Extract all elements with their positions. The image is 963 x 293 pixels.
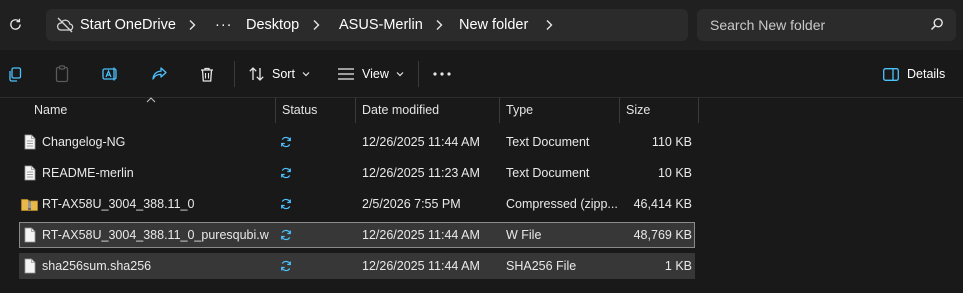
view-list-icon	[338, 68, 354, 80]
sync-status-icon	[280, 260, 292, 275]
chevron-down-icon	[396, 72, 404, 77]
sort-ascending-icon	[146, 97, 156, 103]
text-file-icon	[24, 165, 36, 184]
file-size: 110 KB	[651, 135, 692, 149]
address-bar[interactable]: Start OneDrive ··· Desktop ASUS-Merlin N…	[46, 9, 688, 41]
column-divider[interactable]	[619, 97, 620, 123]
breadcrumb-asus-merlin[interactable]: ASUS-Merlin	[339, 9, 423, 41]
file-row-selected[interactable]: sha256sum.sha256 12/26/2025 11:44 AM SHA…	[19, 253, 695, 279]
toolbar-divider	[418, 61, 419, 87]
chevron-down-icon	[302, 72, 310, 77]
refresh-button[interactable]	[4, 13, 26, 35]
column-divider[interactable]	[275, 97, 276, 123]
column-header-type[interactable]: Type	[506, 97, 533, 123]
file-row-selected[interactable]: RT-AX58U_3004_388.11_0_puresqubi.w 12/26…	[19, 222, 695, 248]
chevron-right-icon[interactable]	[435, 9, 443, 41]
file-type: SHA256 File	[506, 259, 577, 273]
more-locations-button[interactable]: ···	[215, 9, 233, 41]
file-name: sha256sum.sha256	[42, 259, 152, 273]
paste-button[interactable]	[51, 62, 73, 86]
rename-icon	[102, 67, 117, 81]
file-date-modified: 12/26/2025 11:23 AM	[362, 166, 480, 180]
file-size: 48,769 KB	[633, 228, 692, 242]
file-type: Compressed (zipp...	[506, 197, 618, 211]
file-type: Text Document	[506, 135, 590, 149]
copy-icon	[9, 67, 22, 82]
chevron-right-icon[interactable]	[312, 9, 320, 41]
column-header-date-modified[interactable]: Date modified	[362, 97, 439, 123]
file-size: 1 KB	[664, 259, 692, 273]
sync-status-icon	[280, 229, 292, 244]
file-type: Text Document	[506, 166, 590, 180]
file-icon	[24, 227, 36, 246]
file-icon	[24, 258, 36, 277]
details-pane-icon	[883, 67, 899, 81]
breadcrumb-desktop[interactable]: Desktop	[246, 9, 299, 41]
file-name: RT-AX58U_3004_388.11_0	[42, 197, 195, 211]
search-box[interactable]: Search New folder	[697, 9, 956, 41]
file-date-modified: 12/26/2025 11:44 AM	[362, 259, 480, 273]
file-type: W File	[506, 228, 542, 242]
share-button[interactable]	[148, 62, 170, 86]
see-more-button[interactable]	[430, 62, 454, 86]
file-row[interactable]: RT-AX58U_3004_388.11_0 2/5/2026 7:55 PM …	[19, 191, 695, 217]
breadcrumb-new-folder[interactable]: New folder	[459, 9, 528, 41]
search-icon	[930, 17, 946, 33]
column-divider[interactable]	[499, 97, 500, 123]
file-row[interactable]: Changelog-NG 12/26/2025 11:44 AM Text Do…	[19, 129, 695, 155]
share-icon	[151, 67, 167, 80]
details-label: Details	[907, 67, 946, 81]
file-date-modified: 12/26/2025 11:44 AM	[362, 228, 480, 242]
search-input[interactable]: Search New folder	[710, 9, 825, 41]
file-date-modified: 12/26/2025 11:44 AM	[362, 135, 480, 149]
file-size: 10 KB	[657, 166, 692, 180]
cloud-off-icon	[56, 16, 74, 34]
zip-folder-icon	[21, 197, 38, 214]
delete-button[interactable]	[196, 62, 218, 86]
address-row: Start OneDrive ··· Desktop ASUS-Merlin N…	[0, 0, 963, 50]
sort-icon	[249, 67, 264, 81]
chevron-right-icon[interactable]	[188, 9, 196, 41]
more-icon	[433, 72, 451, 76]
column-divider[interactable]	[698, 97, 699, 123]
rename-button[interactable]	[100, 62, 122, 86]
column-header-size[interactable]: Size	[626, 97, 650, 123]
sync-status-icon	[280, 198, 292, 213]
sync-status-icon	[280, 167, 292, 182]
refresh-icon	[9, 18, 21, 30]
column-header-name[interactable]: Name	[34, 97, 67, 123]
view-label: View	[362, 67, 389, 81]
command-bar: Sort View Details	[0, 50, 963, 98]
start-onedrive-button[interactable]: Start OneDrive	[80, 9, 176, 41]
file-name: README-merlin	[42, 166, 134, 180]
paste-icon	[55, 65, 69, 83]
sync-status-icon	[280, 136, 292, 151]
column-divider[interactable]	[355, 97, 356, 123]
details-pane-button[interactable]: Details	[883, 62, 949, 86]
file-row[interactable]: README-merlin 12/26/2025 11:23 AM Text D…	[19, 160, 695, 186]
file-date-modified: 2/5/2026 7:55 PM	[362, 197, 461, 211]
sort-label: Sort	[272, 67, 295, 81]
column-header-status[interactable]: Status	[282, 97, 317, 123]
file-name: RT-AX58U_3004_388.11_0_puresqubi.w	[42, 228, 269, 242]
file-size: 46,414 KB	[633, 197, 692, 211]
column-headers: Name Status Date modified Type Size	[0, 97, 963, 123]
copy-button[interactable]	[4, 62, 26, 86]
view-button[interactable]: View	[338, 62, 406, 86]
file-name: Changelog-NG	[42, 135, 126, 149]
text-file-icon	[24, 134, 36, 153]
trash-icon	[201, 67, 213, 82]
chevron-right-icon[interactable]	[545, 9, 553, 41]
sort-button[interactable]: Sort	[248, 62, 314, 86]
toolbar-divider	[234, 61, 235, 87]
